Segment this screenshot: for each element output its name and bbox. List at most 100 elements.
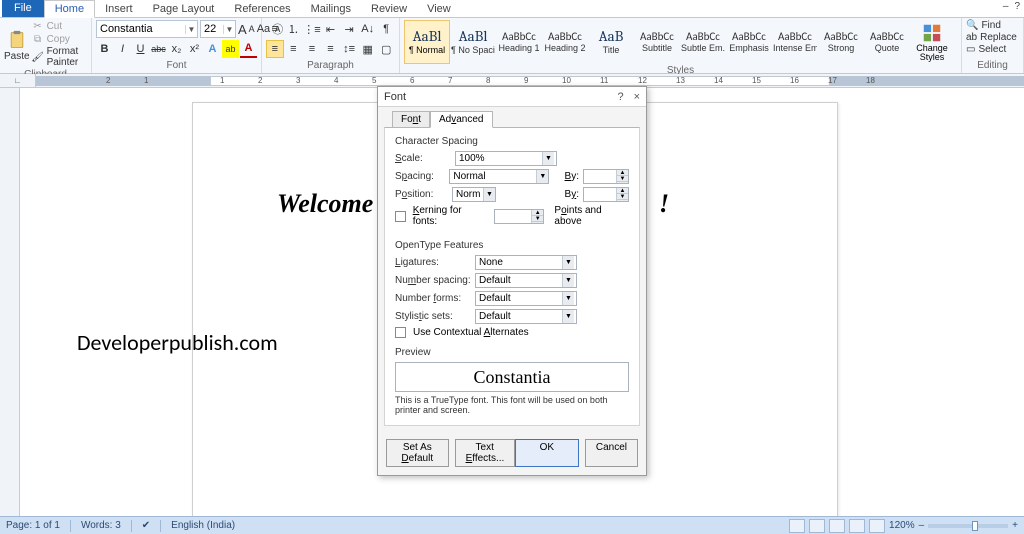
kerning-spinner[interactable]: ▲▼ bbox=[494, 209, 544, 224]
tab-view[interactable]: View bbox=[417, 1, 461, 17]
numforms-combo[interactable]: ▼ bbox=[475, 291, 577, 306]
showmarks-button[interactable]: ¶ bbox=[377, 20, 395, 38]
tab-pagelayout[interactable]: Page Layout bbox=[143, 1, 225, 17]
font-color-button[interactable]: A bbox=[240, 40, 257, 58]
zoom-slider[interactable] bbox=[928, 524, 1008, 528]
bullets-button[interactable]: ≡ bbox=[266, 20, 284, 38]
spellcheck-icon[interactable]: ✔ bbox=[142, 520, 150, 531]
cancel-button[interactable]: Cancel bbox=[585, 439, 638, 467]
numforms-input[interactable] bbox=[476, 292, 562, 305]
minimize-icon[interactable]: – bbox=[1003, 1, 1009, 12]
grow-font-button[interactable]: A bbox=[238, 20, 247, 38]
style-item[interactable]: AaBbCcHeading 1 bbox=[496, 20, 542, 64]
style-item[interactable]: AaBbCcQuote bbox=[864, 20, 910, 64]
zoom-out-button[interactable]: – bbox=[919, 520, 925, 531]
bold-button[interactable]: B bbox=[96, 40, 113, 58]
shading-button[interactable]: ▦ bbox=[359, 40, 377, 58]
inc-indent-button[interactable]: ⇥ bbox=[340, 20, 358, 38]
borders-button[interactable]: ▢ bbox=[377, 40, 395, 58]
help-icon[interactable]: ? bbox=[1014, 1, 1020, 12]
spacing-by-spinner[interactable]: ▲▼ bbox=[583, 169, 629, 184]
italic-button[interactable]: I bbox=[114, 40, 131, 58]
multilevel-button[interactable]: ⋮≡ bbox=[303, 20, 321, 38]
style-item[interactable]: AaBbCcEmphasis bbox=[726, 20, 772, 64]
ok-button[interactable]: OK bbox=[515, 439, 579, 467]
shrink-font-button[interactable]: A bbox=[249, 20, 255, 38]
tab-selector[interactable]: ∟ bbox=[0, 74, 36, 88]
position-combo[interactable]: ▼ bbox=[452, 187, 496, 202]
sort-button[interactable]: A↓ bbox=[359, 20, 377, 38]
dialog-tab-font[interactable]: Font bbox=[392, 111, 430, 128]
position-by-spinner[interactable]: ▲▼ bbox=[583, 187, 629, 202]
chevron-down-icon[interactable]: ▼ bbox=[562, 310, 574, 323]
scale-combo[interactable]: ▼ bbox=[455, 151, 557, 166]
numspacing-input[interactable] bbox=[476, 274, 562, 287]
tab-mailings[interactable]: Mailings bbox=[301, 1, 361, 17]
style-item[interactable]: AaBbCcSubtitle bbox=[634, 20, 680, 64]
underline-button[interactable]: U bbox=[132, 40, 149, 58]
dialog-help-icon[interactable]: ? bbox=[617, 91, 623, 103]
zoom-thumb[interactable] bbox=[972, 521, 978, 531]
select-button[interactable]: ▭ Select bbox=[966, 44, 1019, 55]
set-default-button[interactable]: Set As Default bbox=[386, 439, 449, 467]
ligatures-input[interactable] bbox=[476, 256, 562, 269]
style-item[interactable]: AaBbCcSubtle Em... bbox=[680, 20, 726, 64]
change-styles-button[interactable]: Change Styles bbox=[912, 20, 952, 64]
status-words[interactable]: Words: 3 bbox=[81, 520, 121, 531]
chevron-down-icon[interactable]: ▼ bbox=[185, 25, 197, 34]
outline-view-button[interactable] bbox=[849, 519, 865, 533]
font-size-input[interactable] bbox=[201, 21, 223, 37]
format-painter-button[interactable]: 🖌 Format Painter bbox=[32, 46, 87, 68]
align-center-button[interactable]: ≡ bbox=[285, 40, 303, 58]
numbering-button[interactable]: ⒈ bbox=[285, 20, 303, 38]
spacing-by-input[interactable] bbox=[584, 170, 616, 183]
position-input[interactable] bbox=[453, 188, 483, 201]
spinner-icon[interactable]: ▲▼ bbox=[616, 188, 628, 201]
replace-button[interactable]: ab Replace bbox=[966, 32, 1019, 43]
chevron-down-icon[interactable]: ▼ bbox=[542, 152, 554, 165]
context-alt-checkbox[interactable] bbox=[395, 327, 406, 338]
style-item[interactable]: AaBbCcStrong bbox=[818, 20, 864, 64]
dec-indent-button[interactable]: ⇤ bbox=[322, 20, 340, 38]
vertical-ruler[interactable] bbox=[0, 88, 20, 518]
strike-button[interactable]: abc bbox=[150, 40, 167, 58]
scale-input[interactable] bbox=[456, 152, 542, 165]
linespacing-button[interactable]: ↕≡ bbox=[340, 40, 358, 58]
position-by-input[interactable] bbox=[584, 188, 616, 201]
text-effects-button[interactable]: A bbox=[204, 40, 221, 58]
align-right-button[interactable]: ≡ bbox=[303, 40, 321, 58]
chevron-down-icon[interactable]: ▼ bbox=[562, 292, 574, 305]
kerning-checkbox[interactable] bbox=[395, 211, 406, 222]
tab-references[interactable]: References bbox=[224, 1, 300, 17]
style-item[interactable]: AaBbCcHeading 2 bbox=[542, 20, 588, 64]
tab-review[interactable]: Review bbox=[361, 1, 417, 17]
tab-insert[interactable]: Insert bbox=[95, 1, 143, 17]
spinner-icon[interactable]: ▲▼ bbox=[531, 210, 543, 223]
spinner-icon[interactable]: ▲▼ bbox=[616, 170, 628, 183]
subscript-button[interactable]: x₂ bbox=[168, 40, 185, 58]
zoom-in-button[interactable]: + bbox=[1012, 520, 1018, 531]
align-left-button[interactable]: ≡ bbox=[266, 40, 284, 58]
cut-button[interactable]: ✂ Cut bbox=[32, 20, 87, 32]
superscript-button[interactable]: x² bbox=[186, 40, 203, 58]
style-item[interactable]: AaBTitle bbox=[588, 20, 634, 64]
paste-button[interactable]: Paste bbox=[4, 20, 30, 68]
styles-gallery[interactable]: AaBl¶ NormalAaBl¶ No SpacingAaBbCcHeadin… bbox=[404, 20, 910, 64]
status-page[interactable]: Page: 1 of 1 bbox=[6, 520, 60, 531]
style-item[interactable]: AaBl¶ No Spacing bbox=[450, 20, 496, 64]
copy-button[interactable]: ⧉ Copy bbox=[32, 33, 87, 45]
font-name-input[interactable] bbox=[97, 21, 185, 37]
justify-button[interactable]: ≡ bbox=[322, 40, 340, 58]
chevron-down-icon[interactable]: ▼ bbox=[483, 188, 495, 201]
stylistic-combo[interactable]: ▼ bbox=[475, 309, 577, 324]
printlayout-view-button[interactable] bbox=[789, 519, 805, 533]
kerning-input[interactable] bbox=[495, 210, 531, 223]
fullscreen-view-button[interactable] bbox=[809, 519, 825, 533]
weblayout-view-button[interactable] bbox=[829, 519, 845, 533]
status-language[interactable]: English (India) bbox=[171, 520, 235, 531]
spacing-input[interactable] bbox=[450, 170, 536, 183]
tab-file[interactable]: File bbox=[2, 0, 44, 17]
chevron-down-icon[interactable]: ▼ bbox=[562, 256, 574, 269]
draft-view-button[interactable] bbox=[869, 519, 885, 533]
style-item[interactable]: AaBbCcIntense Em... bbox=[772, 20, 818, 64]
